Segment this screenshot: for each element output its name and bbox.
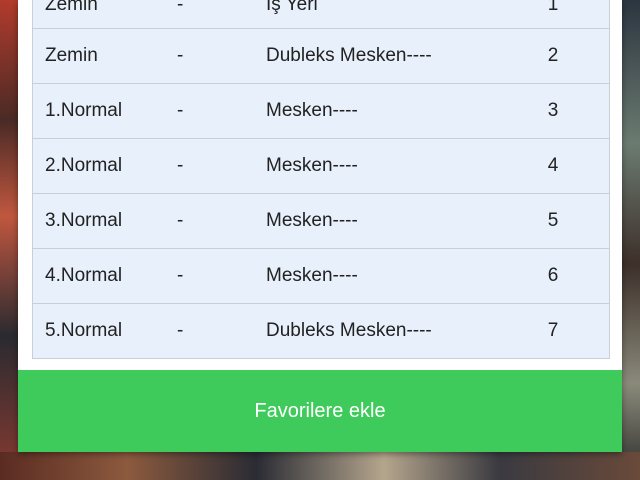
floor-name: 3.Normal (45, 210, 123, 231)
unit-type: Mesken---- (266, 155, 358, 176)
floor-list-panel: Zemin - İş Yeri 1 Zemin - Dubleks Mesken… (18, 0, 622, 452)
unit-type: Dubleks Mesken---- (266, 320, 432, 341)
separator-dash: - (177, 155, 184, 176)
separator-dash: - (177, 100, 184, 121)
floor-name: 5.Normal (45, 320, 123, 341)
table-row: Zemin - Dubleks Mesken---- 2 (33, 28, 609, 83)
unit-number: 2 (547, 45, 559, 66)
separator-dash: - (177, 45, 184, 66)
floor-name: Zemin (45, 45, 98, 66)
floor-name: 1.Normal (45, 100, 123, 121)
table-row: 1.Normal - Mesken---- 3 (33, 83, 609, 138)
unit-type: Dubleks Mesken---- (266, 45, 432, 66)
unit-number: 5 (547, 210, 559, 231)
floor-name: 2.Normal (45, 155, 123, 176)
unit-number: 3 (547, 100, 559, 121)
separator-dash: - (177, 210, 184, 231)
unit-type: Mesken---- (266, 210, 358, 231)
background-edge-bottom (0, 452, 640, 480)
separator-dash: - (177, 265, 184, 286)
unit-type: Mesken---- (266, 265, 358, 286)
table-row: 4.Normal - Mesken---- 6 (33, 248, 609, 303)
floor-name: Zemin (45, 0, 98, 15)
unit-number: 7 (547, 320, 559, 341)
unit-number: 4 (547, 155, 559, 176)
separator-dash: - (177, 320, 184, 341)
unit-number: 6 (547, 265, 559, 286)
floor-name: 4.Normal (45, 265, 123, 286)
background-edge-right (622, 0, 640, 480)
table-row: 3.Normal - Mesken---- 5 (33, 193, 609, 248)
table-row: 5.Normal - Dubleks Mesken---- 7 (33, 303, 609, 358)
table-row: Zemin - İş Yeri 1 (33, 0, 609, 28)
floor-table: Zemin - İş Yeri 1 Zemin - Dubleks Mesken… (32, 0, 610, 359)
background-edge-left (0, 0, 18, 480)
unit-type: Mesken---- (266, 100, 358, 121)
add-to-favorites-button[interactable]: Favorilere ekle (18, 370, 622, 452)
table-row: 2.Normal - Mesken---- 4 (33, 138, 609, 193)
unit-type: İş Yeri (266, 0, 318, 15)
separator-dash: - (177, 0, 184, 15)
unit-number: 1 (547, 0, 559, 15)
